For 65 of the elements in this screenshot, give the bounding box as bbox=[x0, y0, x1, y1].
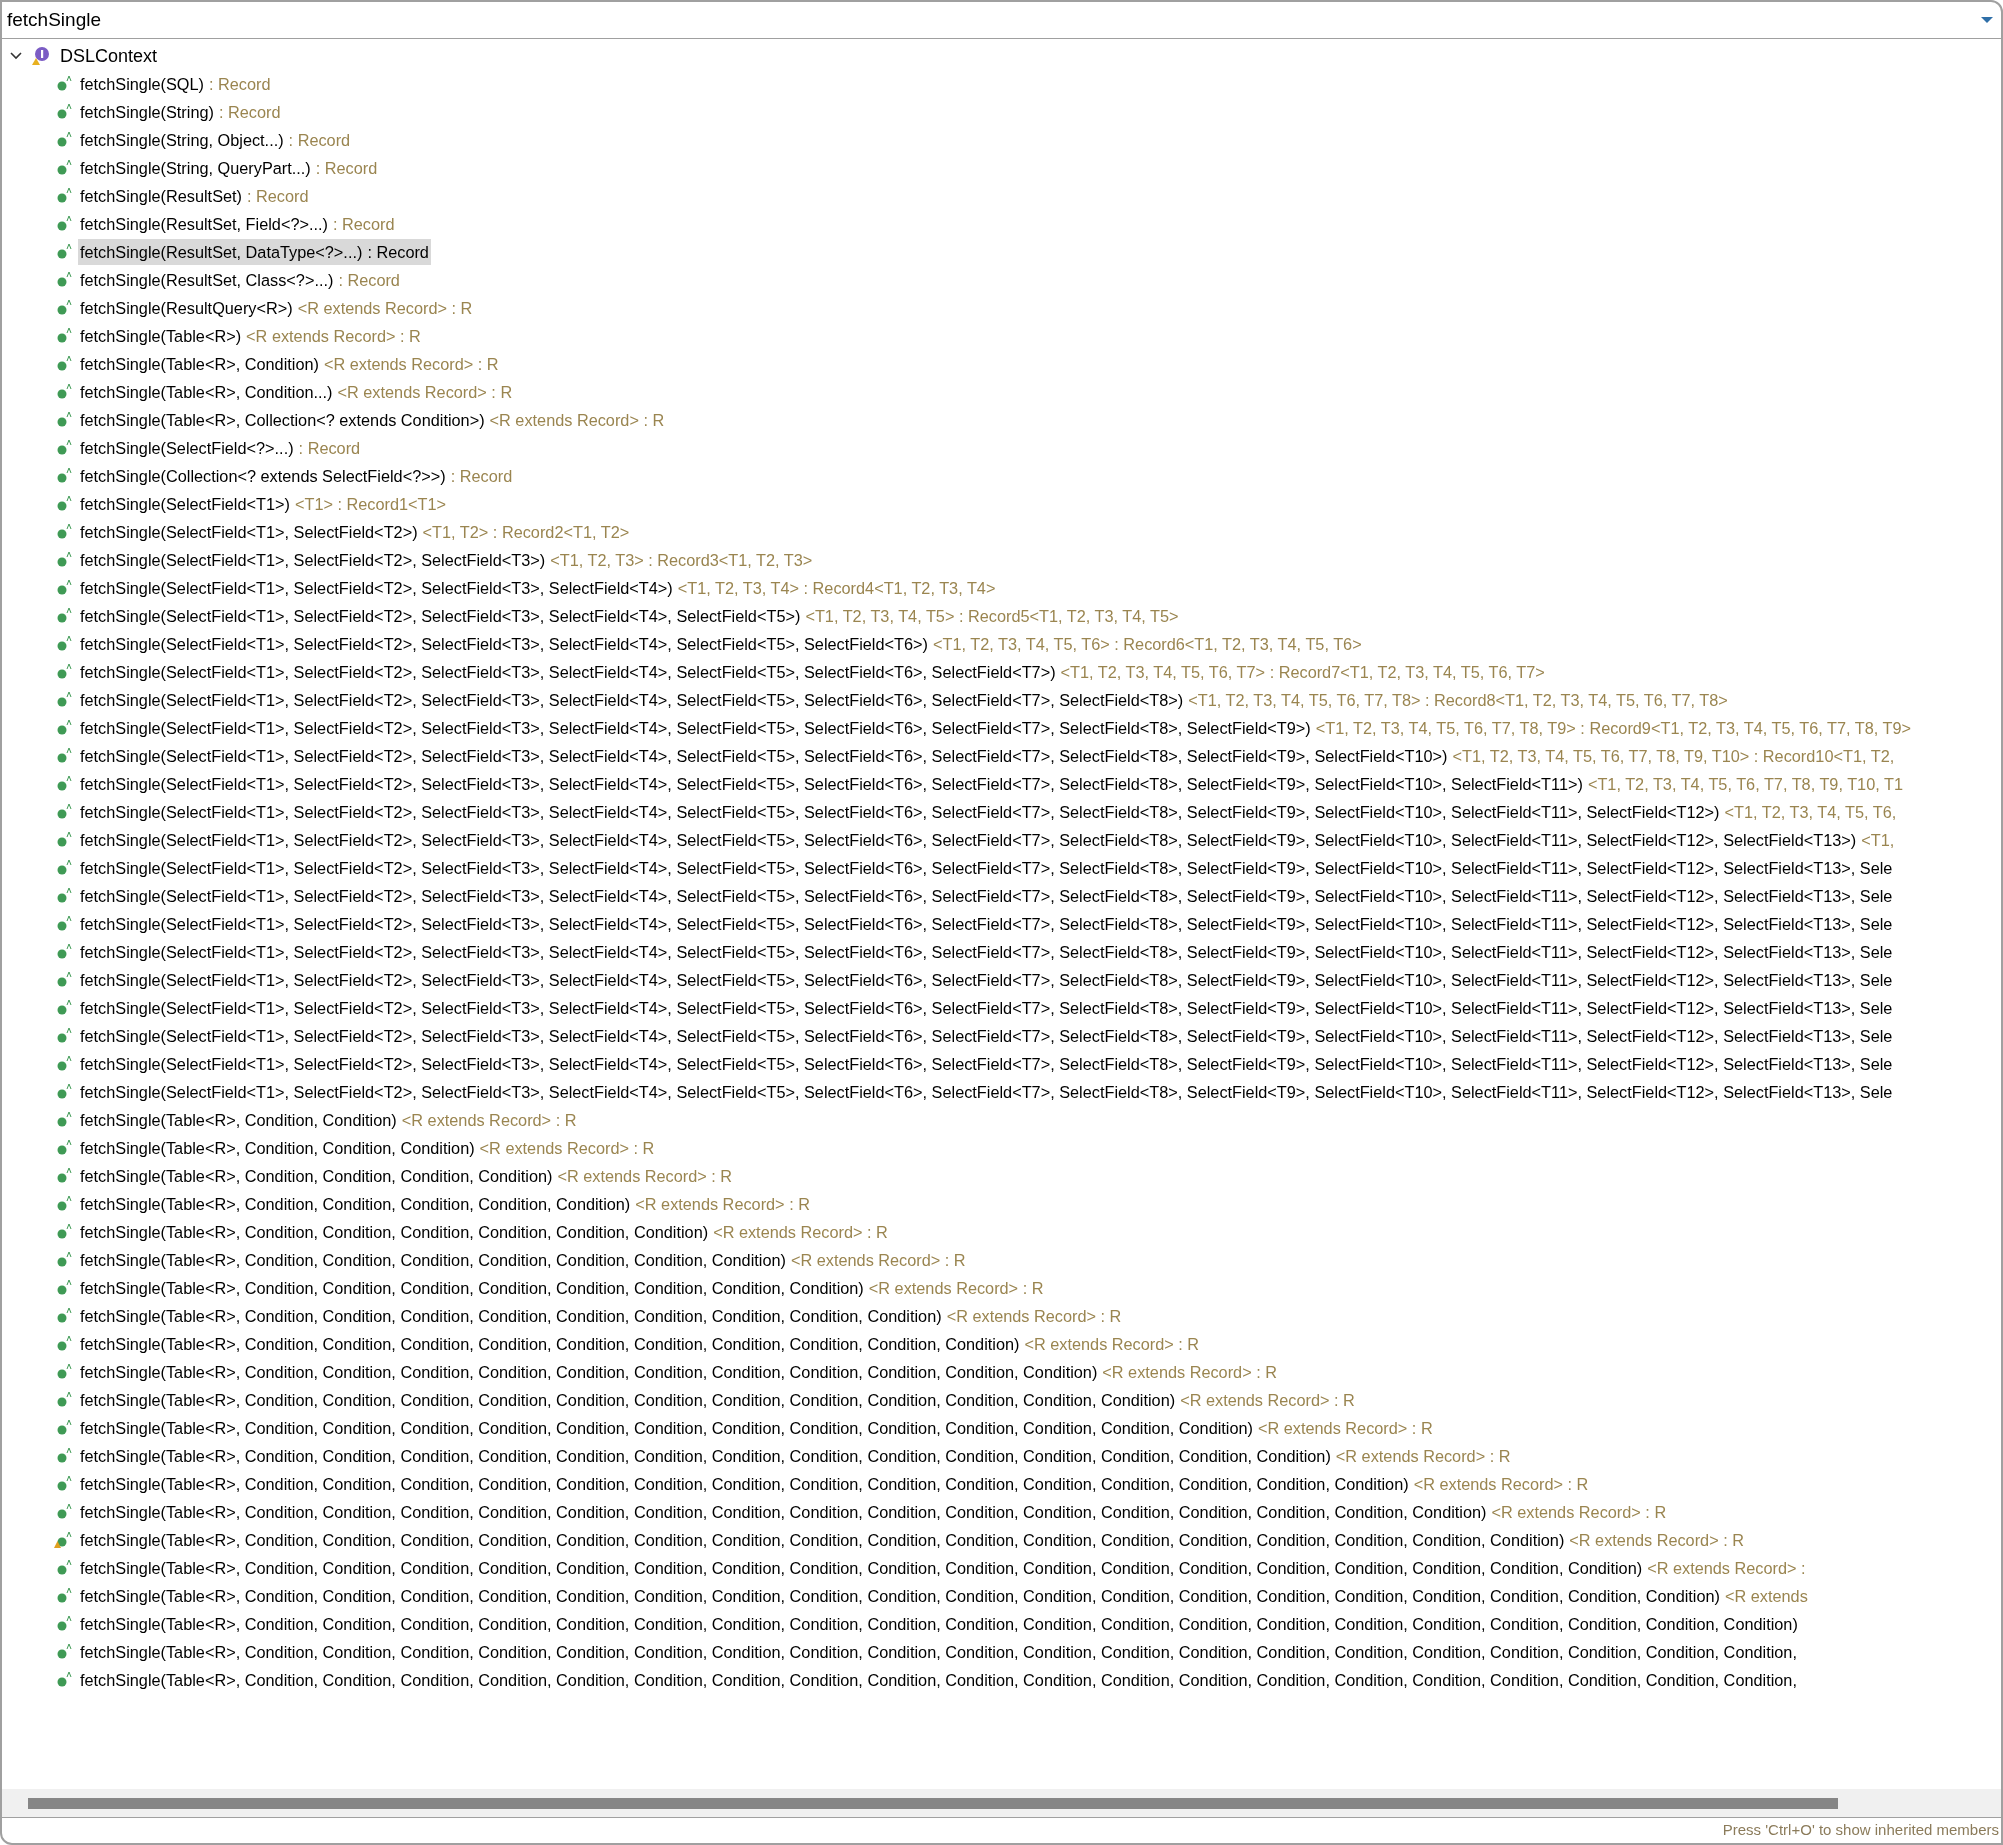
method-item[interactable]: fetchSingle(ResultSet, DataType<?>...) : Record bbox=[78, 239, 431, 265]
method-item[interactable]: fetchSingle(SelectField<T1>, SelectField<T2>) <T1, T2> : Record2<T1, T2> bbox=[78, 519, 632, 545]
method-item[interactable]: fetchSingle(Table<R>, Condition, Condition, Condition, Condition, Condition, Condition, Condition, Condition, Condition, Condition) <R extends Record> : R bbox=[78, 1331, 1202, 1357]
method-item[interactable]: fetchSingle(Table<R>) <R extends Record> : R bbox=[78, 323, 423, 349]
interface-icon bbox=[30, 46, 50, 66]
method-item[interactable]: fetchSingle(SelectField<T1>, SelectField<T2>, SelectField<T3>) <T1, T2, T3> : Record3<T1, T2, T3> bbox=[78, 547, 815, 573]
status-hint: Press 'Ctrl+O' to show inherited members bbox=[1722, 1820, 1999, 1841]
dropdown-arrow-icon[interactable] bbox=[1981, 16, 1993, 24]
method-item[interactable]: fetchSingle(SelectField<T1>, SelectField<T2>, SelectField<T3>, SelectField<T4>, SelectField<T5>, SelectField<T6>, SelectField<T7>, SelectField<T8>, SelectField<T9>, SelectField<T10>, SelectField<T11>, SelectField<T12>, SelectField<T13>, Sele bbox=[78, 939, 1895, 965]
method-item[interactable]: fetchSingle(Table<R>, Condition...) <R extends Record> : R bbox=[78, 379, 515, 405]
method-item[interactable]: fetchSingle(SelectField<T1>, SelectField<T2>, SelectField<T3>, SelectField<T4>, SelectField<T5>, SelectField<T6>, SelectField<T7>, SelectField<T8>, SelectField<T9>, SelectField<T10>) <T1, T2, T3, T4, T5, T6, T7, T8, T9, T10> : Record10<T1, T2, bbox=[78, 743, 1897, 769]
method-item[interactable]: fetchSingle(SelectField<T1>, SelectField<T2>, SelectField<T3>, SelectField<T4>, SelectField<T5>, SelectField<T6>, SelectField<T7>, SelectField<T8>, SelectField<T9>, SelectField<T10>, SelectField<T11>, SelectField<T12>, SelectField<T13>, Sele bbox=[78, 911, 1895, 937]
method-item[interactable]: fetchSingle(Table<R>, Condition, Condition, Condition, Condition, Condition, Condition, Condition) <R extends Record> : R bbox=[78, 1247, 968, 1273]
method-item[interactable]: fetchSingle(ResultSet) : Record bbox=[78, 183, 311, 209]
method-item[interactable]: fetchSingle(String, QueryPart...) : Record bbox=[78, 155, 380, 181]
method-item[interactable]: fetchSingle(SelectField<?>...) : Record bbox=[78, 435, 363, 461]
scrollbar-thumb[interactable] bbox=[28, 1797, 1838, 1809]
method-item[interactable]: fetchSingle(SelectField<T1>, SelectField<T2>, SelectField<T3>, SelectField<T4>) <T1, T2, T3, T4> : Record4<T1, T2, T3, T4> bbox=[78, 575, 998, 601]
method-item[interactable]: fetchSingle(Table<R>, Condition) <R extends Record> : R bbox=[78, 351, 501, 377]
method-item[interactable]: fetchSingle(SelectField<T1>) <T1> : Record1<T1> bbox=[78, 491, 449, 517]
method-item[interactable]: fetchSingle(Table<R>, Condition, Condition, Condition, Condition, Condition, Condition, Condition, Condition, Condition, Condition, Condition, Condition, Condition, Condition, Condition, Condition, Condition) <R extends Record> : R bbox=[78, 1527, 1746, 1553]
method-item[interactable]: fetchSingle(Table<R>, Collection<? extends Condition>) <R extends Record> : R bbox=[78, 407, 667, 433]
method-item[interactable]: fetchSingle(Table<R>, Condition, Condition, Condition, Condition, Condition, Condition, Condition, Condition, Condition, Condition, Condition, Condition, Condition, Condition, Condition, Condition, Condition, Condition, Condition, Condition, bbox=[78, 1667, 1799, 1693]
method-item[interactable]: fetchSingle(ResultQuery<R>) <R extends Record> : R bbox=[78, 295, 475, 321]
method-item[interactable]: fetchSingle(SelectField<T1>, SelectField<T2>, SelectField<T3>, SelectField<T4>, SelectField<T5>, SelectField<T6>, SelectField<T7>, SelectField<T8>, SelectField<T9>) <T1, T2, T3, T4, T5, T6, T7, T8, T9> : Record9<T1, T2, T3, T4, T5, T6, T7, T8, T9> bbox=[78, 715, 1913, 741]
method-item[interactable]: fetchSingle(SelectField<T1>, SelectField<T2>, SelectField<T3>, SelectField<T4>, SelectField<T5>) <T1, T2, T3, T4, T5> : Record5<T1, T2, T3, T4, T5> bbox=[78, 603, 1181, 629]
collapse-chevron-icon[interactable] bbox=[10, 52, 22, 60]
method-item[interactable]: fetchSingle(SelectField<T1>, SelectField<T2>, SelectField<T3>, SelectField<T4>, SelectField<T5>, SelectField<T6>, SelectField<T7>, SelectField<T8>, SelectField<T9>, SelectField<T10>, SelectField<T11>) <T1, T2, T3, T4, T5, T6, T7, T8, T9, T10, T1 bbox=[78, 771, 1905, 797]
method-item[interactable]: fetchSingle(String) : Record bbox=[78, 99, 283, 125]
method-item[interactable]: fetchSingle(Table<R>, Condition, Condition, Condition, Condition, Condition, Condition, Condition, Condition) <R extends Record> : R bbox=[78, 1275, 1046, 1301]
method-item[interactable]: fetchSingle(SelectField<T1>, SelectField<T2>, SelectField<T3>, SelectField<T4>, SelectField<T5>, SelectField<T6>, SelectField<T7>, SelectField<T8>, SelectField<T9>, SelectField<T10>, SelectField<T11>, SelectField<T12>, SelectField<T13>, Sele bbox=[78, 1051, 1895, 1077]
method-item[interactable]: fetchSingle(SelectField<T1>, SelectField<T2>, SelectField<T3>, SelectField<T4>, SelectField<T5>, SelectField<T6>, SelectField<T7>, SelectField<T8>, SelectField<T9>, SelectField<T10>, SelectField<T11>, SelectField<T12>, SelectField<T13>, Sele bbox=[78, 883, 1895, 909]
method-item[interactable]: fetchSingle(Table<R>, Condition, Condition, Condition, Condition) <R extends Record> : R bbox=[78, 1163, 735, 1189]
method-item[interactable]: fetchSingle(Table<R>, Condition, Condition, Condition, Condition, Condition, Condition, Condition, Condition, Condition, Condition, Condition, Condition) <R extends Record> : R bbox=[78, 1387, 1357, 1413]
method-item[interactable]: fetchSingle(Table<R>, Condition, Condition, Condition, Condition, Condition, Condition, Condition, Condition, Condition, Condition, Condition, Condition, Condition, Condition, Condition, Condition, Condition, Condition, Condition, Condition, bbox=[78, 1639, 1799, 1665]
method-item[interactable]: fetchSingle(SelectField<T1>, SelectField<T2>, SelectField<T3>, SelectField<T4>, SelectField<T5>, SelectField<T6>, SelectField<T7>, SelectField<T8>, SelectField<T9>, SelectField<T10>, SelectField<T11>, SelectField<T12>, SelectField<T13>, Sele bbox=[78, 1023, 1895, 1049]
method-item[interactable]: fetchSingle(SelectField<T1>, SelectField<T2>, SelectField<T3>, SelectField<T4>, SelectField<T5>, SelectField<T6>, SelectField<T7>, SelectField<T8>, SelectField<T9>, SelectField<T10>, SelectField<T11>, SelectField<T12>, SelectField<T13>) <T1, bbox=[78, 827, 1897, 853]
method-item[interactable]: fetchSingle(Table<R>, Condition, Condition, Condition) <R extends Record> : R bbox=[78, 1135, 657, 1161]
method-item[interactable]: fetchSingle(ResultSet, Class<?>...) : Record bbox=[78, 267, 402, 293]
method-item[interactable]: fetchSingle(Table<R>, Condition, Condition, Condition, Condition, Condition, Condition) <R extends Record> : R bbox=[78, 1219, 890, 1245]
method-item[interactable]: fetchSingle(Table<R>, Condition, Condition, Condition, Condition, Condition, Condition, Condition, Condition, Condition, Condition, Condition, Condition, Condition, Condition, Condition) <R extends Record> : R bbox=[78, 1471, 1591, 1497]
method-item[interactable]: fetchSingle(Table<R>, Condition, Condition, Condition, Condition, Condition, Condition, Condition, Condition, Condition) <R extends Record> : R bbox=[78, 1303, 1124, 1329]
method-item[interactable]: fetchSingle(SelectField<T1>, SelectField<T2>, SelectField<T3>, SelectField<T4>, SelectField<T5>, SelectField<T6>, SelectField<T7>, SelectField<T8>, SelectField<T9>, SelectField<T10>, SelectField<T11>, SelectField<T12>, SelectField<T13>, Sele bbox=[78, 855, 1895, 881]
method-item[interactable]: fetchSingle(Table<R>, Condition, Condition, Condition, Condition, Condition, Condition, Condition, Condition, Condition, Condition, Condition, Condition, Condition, Condition, Condition, Condition) <R extends Record> : R bbox=[78, 1499, 1669, 1525]
method-item[interactable]: fetchSingle(Table<R>, Condition, Condition, Condition, Condition, Condition, Condition, Condition, Condition, Condition, Condition, Condition, Condition, Condition, Condition) <R extends Record> : R bbox=[78, 1443, 1513, 1469]
method-item[interactable]: fetchSingle(Table<R>, Condition, Condition, Condition, Condition, Condition) <R extends Record> : R bbox=[78, 1191, 812, 1217]
method-item[interactable]: fetchSingle(SelectField<T1>, SelectField<T2>, SelectField<T3>, SelectField<T4>, SelectField<T5>, SelectField<T6>, SelectField<T7>, SelectField<T8>, SelectField<T9>, SelectField<T10>, SelectField<T11>, SelectField<T12>, SelectField<T13>, Sele bbox=[78, 995, 1895, 1021]
method-item[interactable]: fetchSingle(Table<R>, Condition, Condition, Condition, Condition, Condition, Condition, Condition, Condition, Condition, Condition, Condition, Condition, Condition, Condition, Condition, Condition, Condition, Condition, Condition) <R extends bbox=[78, 1583, 1810, 1609]
class-name[interactable]: DSLContext bbox=[60, 42, 158, 70]
method-item[interactable]: fetchSingle(SelectField<T1>, SelectField<T2>, SelectField<T3>, SelectField<T4>, SelectField<T5>, SelectField<T6>, SelectField<T7>, SelectField<T8>) <T1, T2, T3, T4, T5, T6, T7, T8> : Record8<T1, T2, T3, T4, T5, T6, T7, T8> bbox=[78, 687, 1730, 713]
method-item[interactable]: fetchSingle(String, Object...) : Record bbox=[78, 127, 353, 153]
method-item[interactable]: fetchSingle(SelectField<T1>, SelectField<T2>, SelectField<T3>, SelectField<T4>, SelectField<T5>, SelectField<T6>, SelectField<T7>) <T1, T2, T3, T4, T5, T6, T7> : Record7<T1, T2, T3, T4, T5, T6, T7> bbox=[78, 659, 1547, 685]
method-item[interactable]: fetchSingle(SelectField<T1>, SelectField<T2>, SelectField<T3>, SelectField<T4>, SelectField<T5>, SelectField<T6>, SelectField<T7>, SelectField<T8>, SelectField<T9>, SelectField<T10>, SelectField<T11>, SelectField<T12>, SelectField<T13>, Sele bbox=[78, 967, 1895, 993]
method-item[interactable]: fetchSingle(Table<R>, Condition, Condition, Condition, Condition, Condition, Condition, Condition, Condition, Condition, Condition, Condition, Condition, Condition, Condition, Condition, Condition, Condition, Condition, Condition, Condition) bbox=[78, 1611, 1800, 1637]
method-item[interactable]: fetchSingle(Table<R>, Condition, Condition, Condition, Condition, Condition, Condition, Condition, Condition, Condition, Condition, Condition, Condition, Condition, Condition, Condition, Condition, Condition, Condition) <R extends Record> : bbox=[78, 1555, 1808, 1581]
method-item[interactable]: fetchSingle(SelectField<T1>, SelectField<T2>, SelectField<T3>, SelectField<T4>, SelectField<T5>, SelectField<T6>) <T1, T2, T3, T4, T5, T6> : Record6<T1, T2, T3, T4, T5, T6> bbox=[78, 631, 1364, 657]
method-item[interactable]: fetchSingle(Table<R>, Condition, Condition, Condition, Condition, Condition, Condition, Condition, Condition, Condition, Condition, Condition, Condition, Condition) <R extends Record> : R bbox=[78, 1415, 1435, 1441]
method-item[interactable]: fetchSingle(ResultSet, Field<?>...) : Record bbox=[78, 211, 397, 237]
method-item[interactable]: fetchSingle(SelectField<T1>, SelectField<T2>, SelectField<T3>, SelectField<T4>, SelectField<T5>, SelectField<T6>, SelectField<T7>, SelectField<T8>, SelectField<T9>, SelectField<T10>, SelectField<T11>, SelectField<T12>, SelectField<T13>, Sele bbox=[78, 1079, 1895, 1105]
method-item[interactable]: fetchSingle(SelectField<T1>, SelectField<T2>, SelectField<T3>, SelectField<T4>, SelectField<T5>, SelectField<T6>, SelectField<T7>, SelectField<T8>, SelectField<T9>, SelectField<T10>, SelectField<T11>, SelectField<T12>) <T1, T2, T3, T4, T5, T6, bbox=[78, 799, 1899, 825]
method-item[interactable]: fetchSingle(Collection<? extends SelectField<?>>) : Record bbox=[78, 463, 515, 489]
horizontal-scrollbar[interactable] bbox=[2, 1789, 2001, 1817]
method-item[interactable]: fetchSingle(SQL) : Record bbox=[78, 71, 273, 97]
method-item[interactable]: fetchSingle(Table<R>, Condition, Condition) <R extends Record> : R bbox=[78, 1107, 579, 1133]
method-item[interactable]: fetchSingle(Table<R>, Condition, Condition, Condition, Condition, Condition, Condition, Condition, Condition, Condition, Condition, Condition) <R extends Record> : R bbox=[78, 1359, 1279, 1385]
